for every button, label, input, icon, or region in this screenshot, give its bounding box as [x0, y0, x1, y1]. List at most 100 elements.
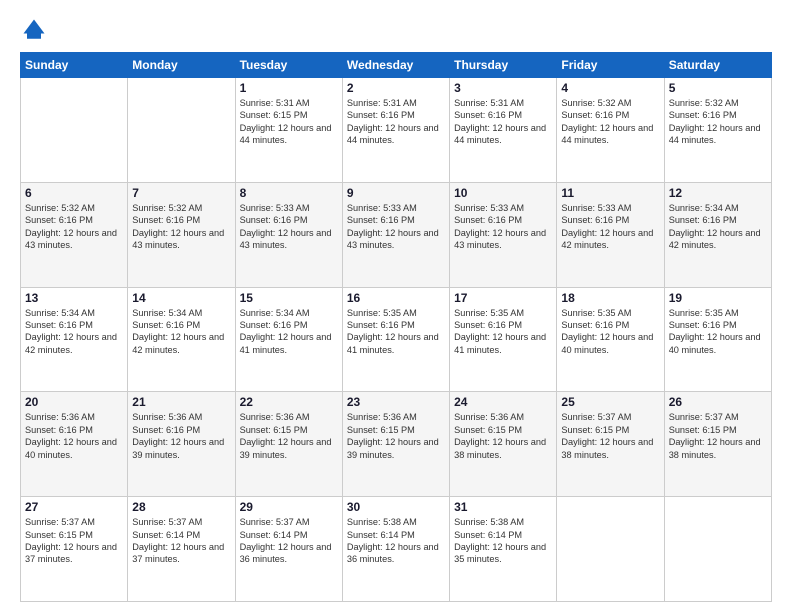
- cell-details: Sunrise: 5:37 AMSunset: 6:14 PMDaylight:…: [240, 516, 338, 566]
- day-cell: 4Sunrise: 5:32 AMSunset: 6:16 PMDaylight…: [557, 78, 664, 183]
- cell-details: Sunrise: 5:31 AMSunset: 6:15 PMDaylight:…: [240, 97, 338, 147]
- day-number: 6: [25, 186, 123, 200]
- header: [20, 16, 772, 44]
- day-number: 2: [347, 81, 445, 95]
- day-cell: 21 Sunrise: 5:36 AMSunset: 6:16 PMDayligh…: [128, 392, 235, 497]
- weekday-header-monday: Monday: [128, 53, 235, 78]
- weekday-header-thursday: Thursday: [450, 53, 557, 78]
- cell-details: Sunrise: 5:31 AMSunset: 6:16 PMDaylight:…: [347, 97, 445, 147]
- day-number: 16: [347, 291, 445, 305]
- cell-details: Sunrise: 5:33 AMSunset: 6:16 PMDaylight:…: [240, 202, 338, 252]
- day-cell: 15 Sunrise: 5:34 AMSunset: 6:16 PMDayligh…: [235, 287, 342, 392]
- cell-details: Sunrise: 5:38 AMSunset: 6:14 PMDaylight:…: [347, 516, 445, 566]
- day-cell: 3Sunrise: 5:31 AMSunset: 6:16 PMDaylight…: [450, 78, 557, 183]
- cell-details: Sunrise: 5:32 AMSunset: 6:16 PMDaylight:…: [132, 202, 230, 252]
- day-number: 15: [240, 291, 338, 305]
- day-cell: 25 Sunrise: 5:37 AMSunset: 6:15 PMDayligh…: [557, 392, 664, 497]
- day-number: 21: [132, 395, 230, 409]
- cell-details: Sunrise: 5:34 AMSunset: 6:16 PMDaylight:…: [132, 307, 230, 357]
- day-cell: 30 Sunrise: 5:38 AMSunset: 6:14 PMDayligh…: [342, 497, 449, 602]
- day-cell: 22 Sunrise: 5:36 AMSunset: 6:15 PMDayligh…: [235, 392, 342, 497]
- day-number: 7: [132, 186, 230, 200]
- cell-details: Sunrise: 5:36 AMSunset: 6:15 PMDaylight:…: [240, 411, 338, 461]
- logo-icon: [20, 16, 48, 44]
- day-cell: 19 Sunrise: 5:35 AMSunset: 6:16 PMDayligh…: [664, 287, 771, 392]
- day-number: 26: [669, 395, 767, 409]
- cell-details: Sunrise: 5:36 AMSunset: 6:15 PMDaylight:…: [454, 411, 552, 461]
- day-cell: 5Sunrise: 5:32 AMSunset: 6:16 PMDaylight…: [664, 78, 771, 183]
- day-number: 29: [240, 500, 338, 514]
- day-number: 9: [347, 186, 445, 200]
- day-number: 17: [454, 291, 552, 305]
- day-number: 22: [240, 395, 338, 409]
- day-cell: 16 Sunrise: 5:35 AMSunset: 6:16 PMDayligh…: [342, 287, 449, 392]
- day-cell: 27 Sunrise: 5:37 AMSunset: 6:15 PMDayligh…: [21, 497, 128, 602]
- day-number: 11: [561, 186, 659, 200]
- day-cell: 14 Sunrise: 5:34 AMSunset: 6:16 PMDayligh…: [128, 287, 235, 392]
- day-number: 25: [561, 395, 659, 409]
- cell-details: Sunrise: 5:35 AMSunset: 6:16 PMDaylight:…: [669, 307, 767, 357]
- day-number: 14: [132, 291, 230, 305]
- weekday-header-wednesday: Wednesday: [342, 53, 449, 78]
- weekday-header-saturday: Saturday: [664, 53, 771, 78]
- day-cell: 28 Sunrise: 5:37 AMSunset: 6:14 PMDayligh…: [128, 497, 235, 602]
- day-number: 10: [454, 186, 552, 200]
- cell-details: Sunrise: 5:38 AMSunset: 6:14 PMDaylight:…: [454, 516, 552, 566]
- cell-details: Sunrise: 5:32 AMSunset: 6:16 PMDaylight:…: [669, 97, 767, 147]
- cell-details: Sunrise: 5:34 AMSunset: 6:16 PMDaylight:…: [669, 202, 767, 252]
- cell-details: Sunrise: 5:32 AMSunset: 6:16 PMDaylight:…: [25, 202, 123, 252]
- day-number: 23: [347, 395, 445, 409]
- day-cell: [664, 497, 771, 602]
- cell-details: Sunrise: 5:34 AMSunset: 6:16 PMDaylight:…: [240, 307, 338, 357]
- week-row-2: 6 Sunrise: 5:32 AMSunset: 6:16 PMDaylight…: [21, 182, 772, 287]
- weekday-header-friday: Friday: [557, 53, 664, 78]
- day-cell: 1 Sunrise: 5:31 AMSunset: 6:15 PMDaylight…: [235, 78, 342, 183]
- day-cell: 13Sunrise: 5:34 AMSunset: 6:16 PMDayligh…: [21, 287, 128, 392]
- day-number: 28: [132, 500, 230, 514]
- day-cell: 9 Sunrise: 5:33 AMSunset: 6:16 PMDaylight…: [342, 182, 449, 287]
- weekday-header-tuesday: Tuesday: [235, 53, 342, 78]
- cell-details: Sunrise: 5:33 AMSunset: 6:16 PMDaylight:…: [454, 202, 552, 252]
- day-cell: 31 Sunrise: 5:38 AMSunset: 6:14 PMDayligh…: [450, 497, 557, 602]
- weekday-header-row: SundayMondayTuesdayWednesdayThursdayFrid…: [21, 53, 772, 78]
- day-cell: 24 Sunrise: 5:36 AMSunset: 6:15 PMDayligh…: [450, 392, 557, 497]
- calendar-table: SundayMondayTuesdayWednesdayThursdayFrid…: [20, 52, 772, 602]
- day-cell: [21, 78, 128, 183]
- cell-details: Sunrise: 5:33 AMSunset: 6:16 PMDaylight:…: [347, 202, 445, 252]
- day-number: 31: [454, 500, 552, 514]
- cell-details: Sunrise: 5:36 AMSunset: 6:16 PMDaylight:…: [132, 411, 230, 461]
- day-number: 8: [240, 186, 338, 200]
- day-number: 3: [454, 81, 552, 95]
- logo: [20, 16, 52, 44]
- cell-details: Sunrise: 5:34 AMSunset: 6:16 PMDaylight:…: [25, 307, 123, 357]
- day-number: 30: [347, 500, 445, 514]
- day-number: 1: [240, 81, 338, 95]
- cell-details: Sunrise: 5:35 AMSunset: 6:16 PMDaylight:…: [561, 307, 659, 357]
- day-cell: 11Sunrise: 5:33 AMSunset: 6:16 PMDayligh…: [557, 182, 664, 287]
- weekday-header-sunday: Sunday: [21, 53, 128, 78]
- day-cell: 12 Sunrise: 5:34 AMSunset: 6:16 PMDayligh…: [664, 182, 771, 287]
- day-cell: 20Sunrise: 5:36 AMSunset: 6:16 PMDayligh…: [21, 392, 128, 497]
- day-number: 19: [669, 291, 767, 305]
- day-number: 27: [25, 500, 123, 514]
- day-cell: 18Sunrise: 5:35 AMSunset: 6:16 PMDayligh…: [557, 287, 664, 392]
- day-cell: [557, 497, 664, 602]
- day-number: 12: [669, 186, 767, 200]
- cell-details: Sunrise: 5:35 AMSunset: 6:16 PMDaylight:…: [347, 307, 445, 357]
- day-number: 4: [561, 81, 659, 95]
- day-cell: 10 Sunrise: 5:33 AMSunset: 6:16 PMDayligh…: [450, 182, 557, 287]
- day-cell: 6 Sunrise: 5:32 AMSunset: 6:16 PMDaylight…: [21, 182, 128, 287]
- day-number: 24: [454, 395, 552, 409]
- cell-details: Sunrise: 5:37 AMSunset: 6:15 PMDaylight:…: [561, 411, 659, 461]
- page: SundayMondayTuesdayWednesdayThursdayFrid…: [0, 0, 792, 612]
- cell-details: Sunrise: 5:36 AMSunset: 6:15 PMDaylight:…: [347, 411, 445, 461]
- cell-details: Sunrise: 5:37 AMSunset: 6:15 PMDaylight:…: [25, 516, 123, 566]
- day-cell: 17Sunrise: 5:35 AMSunset: 6:16 PMDayligh…: [450, 287, 557, 392]
- week-row-5: 27 Sunrise: 5:37 AMSunset: 6:15 PMDayligh…: [21, 497, 772, 602]
- day-cell: 8 Sunrise: 5:33 AMSunset: 6:16 PMDaylight…: [235, 182, 342, 287]
- week-row-3: 13Sunrise: 5:34 AMSunset: 6:16 PMDayligh…: [21, 287, 772, 392]
- cell-details: Sunrise: 5:36 AMSunset: 6:16 PMDaylight:…: [25, 411, 123, 461]
- day-cell: 7 Sunrise: 5:32 AMSunset: 6:16 PMDaylight…: [128, 182, 235, 287]
- day-cell: 2 Sunrise: 5:31 AMSunset: 6:16 PMDaylight…: [342, 78, 449, 183]
- cell-details: Sunrise: 5:37 AMSunset: 6:14 PMDaylight:…: [132, 516, 230, 566]
